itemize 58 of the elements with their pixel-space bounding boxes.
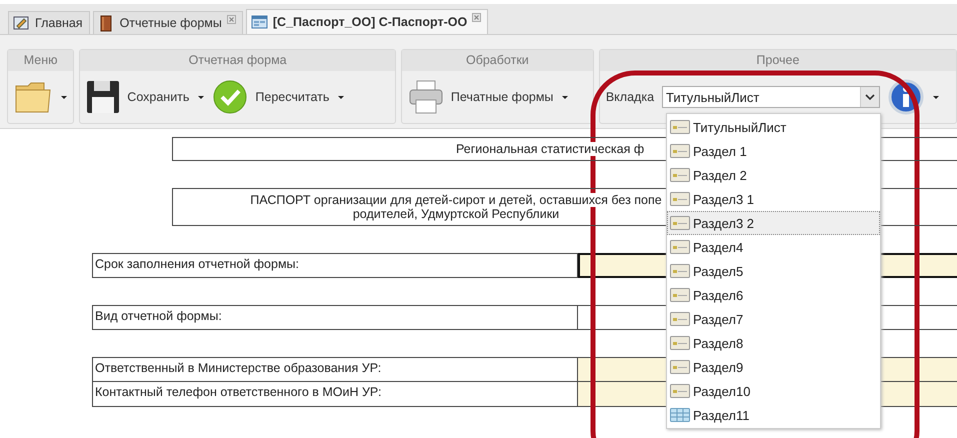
- sheet-icon: [670, 216, 690, 230]
- toolbar-button[interactable]: Сохранить: [86, 79, 204, 115]
- group-title: Меню: [8, 50, 74, 71]
- sheet-icon: [670, 168, 690, 182]
- list-item[interactable]: Раздел6: [667, 283, 880, 307]
- list-item[interactable]: Раздел 2: [667, 163, 880, 187]
- sheet-icon: [670, 240, 690, 254]
- close-icon: [226, 15, 236, 24]
- sheet-icon: [670, 264, 690, 278]
- sheet-icon: [670, 288, 690, 302]
- toolbar-button[interactable]: Пересчитать: [212, 79, 344, 115]
- field-label: Контактный телефон ответственного в МОиН УР:: [95, 385, 382, 399]
- list-item[interactable]: Раздел9: [667, 355, 880, 379]
- list-item[interactable]: ТитульныйЛист: [667, 115, 880, 139]
- printer-icon: [408, 79, 444, 115]
- sheet-icon: [670, 192, 690, 206]
- field-label: Ответственный в Министерстве образования УР:: [95, 361, 382, 375]
- sheet-icon: [670, 120, 690, 134]
- sheet-icon: [670, 144, 690, 158]
- list-item[interactable]: Раздел3 1: [667, 187, 880, 211]
- tab-combo-box[interactable]: ТитульныйЛист: [662, 86, 880, 108]
- table-icon: [670, 408, 690, 422]
- spreadsheet-icon: [250, 14, 268, 30]
- tab[interactable]: [С_Паспорт_ОО] С-Паспорт-ОО: [246, 9, 488, 34]
- toolbar-button[interactable]: Печатные формы: [408, 79, 568, 115]
- group-title: Отчетная форма: [80, 50, 395, 71]
- field-label: Срок заполнения отчетной формы:: [95, 257, 300, 271]
- list-item[interactable]: Раздел11: [667, 403, 880, 427]
- caret-icon: [562, 96, 568, 98]
- list-item[interactable]: Раздел8: [667, 331, 880, 355]
- title-text: Региональная статистическая ф: [456, 142, 644, 156]
- list-item[interactable]: Раздел3 2: [667, 211, 880, 235]
- list-item[interactable]: Раздел4: [667, 235, 880, 259]
- sheet-icon: [670, 336, 690, 350]
- sheet-icon: [670, 312, 690, 326]
- toolbar-icon-button[interactable]: [888, 79, 940, 115]
- field-label: Вкладка: [606, 90, 654, 104]
- caret-icon: [61, 96, 67, 98]
- checkmark-icon: [212, 79, 248, 115]
- sheet-icon: [670, 360, 690, 374]
- field-label: Вид отчетной формы:: [95, 309, 222, 323]
- list-item[interactable]: Раздел5: [667, 259, 880, 283]
- list-item[interactable]: Раздел 1: [667, 139, 880, 163]
- list-item[interactable]: Раздел7: [667, 307, 880, 331]
- chevron-icon: [860, 87, 880, 107]
- caret-icon: [198, 96, 204, 98]
- tab[interactable]: Отчетные формы: [92, 11, 243, 34]
- caret-icon: [338, 96, 344, 98]
- sheet-icon: [670, 384, 690, 398]
- tab[interactable]: Главная: [8, 11, 90, 34]
- group-title: Обработки: [402, 50, 593, 71]
- group-title: Прочее: [600, 50, 956, 71]
- title-text: ПАСПОРТ организации для детей-сирот и детей, оставшихся без попе: [250, 193, 662, 207]
- edit-icon: [13, 14, 30, 32]
- close-icon: [472, 13, 482, 22]
- caret-icon: [933, 96, 940, 98]
- title-text: родителей, Удмуртской Республики: [352, 207, 560, 221]
- list-item[interactable]: Раздел10: [667, 379, 880, 403]
